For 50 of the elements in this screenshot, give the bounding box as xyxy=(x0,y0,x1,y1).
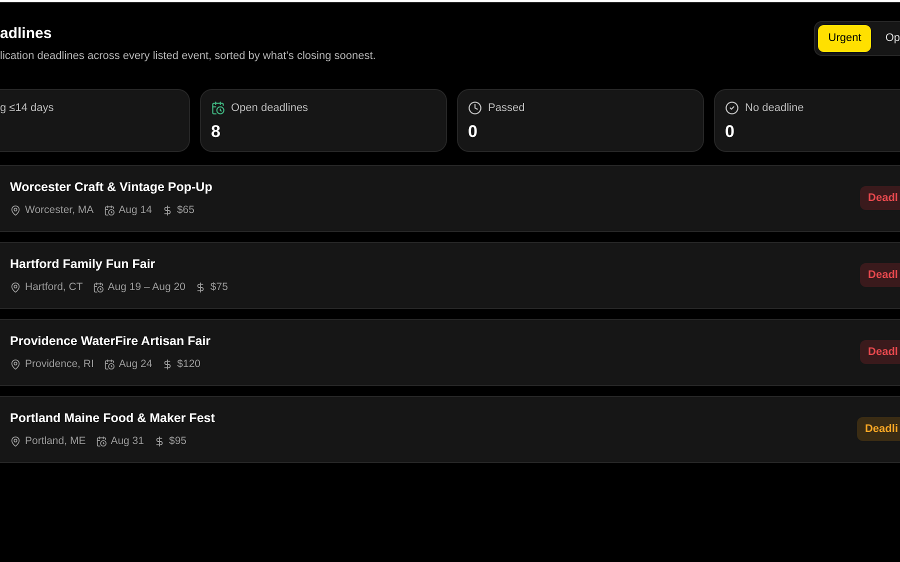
event-row[interactable]: Providence WaterFire Artisan Fair Providence, RI Aug 24 $120 Deadl xyxy=(0,318,900,386)
event-location: Worcester, MA xyxy=(25,202,94,218)
dollar-icon xyxy=(162,204,173,216)
event-fee: $75 xyxy=(210,280,228,294)
calendar-clock-icon xyxy=(104,204,115,216)
deadline-badge: Deadl xyxy=(860,340,900,364)
map-pin-icon xyxy=(10,436,21,447)
calendar-clock-icon xyxy=(96,436,107,447)
event-fee: $120 xyxy=(177,356,201,372)
stat-value: 0 xyxy=(468,121,478,143)
page-subtitle: lication deadlines across every listed event, sorted by what’s closing soonest. xyxy=(0,49,376,64)
calendar-clock-icon xyxy=(104,358,115,370)
event-row[interactable]: Hartford Family Fun Fair Hartford, CT Aug 19 – Aug 20 $75 Deadl xyxy=(0,242,900,308)
event-name: Portland Maine Food & Maker Fest xyxy=(10,410,215,427)
stat-value: 8 xyxy=(211,121,222,143)
event-name: Providence WaterFire Artisan Fair xyxy=(10,332,211,350)
filter-tab[interactable]: Op xyxy=(875,25,900,52)
event-row[interactable]: Portland Maine Food & Maker Fest Portland, ME Aug 31 $95 Deadli xyxy=(0,396,900,462)
event-date: Aug 19 – Aug 20 xyxy=(108,280,186,294)
event-name: Hartford Family Fun Fair xyxy=(10,256,156,273)
event-fee: $95 xyxy=(168,434,187,448)
map-pin-icon xyxy=(10,358,21,370)
map-pin-icon xyxy=(10,282,21,293)
stat-value: 0 xyxy=(725,121,736,143)
dollar-icon xyxy=(154,436,165,447)
stat-label: g ≤14 days xyxy=(0,100,54,116)
filter-tab[interactable]: Urgent xyxy=(818,25,872,52)
deadline-badge: Deadli xyxy=(856,416,900,442)
event-location: Hartford, CT xyxy=(25,280,83,294)
clock-icon xyxy=(468,100,482,115)
check-circle-icon xyxy=(725,100,739,115)
calendar-clock-icon xyxy=(211,100,225,115)
calendar-clock-icon xyxy=(92,282,104,293)
event-name: Worcester Craft & Vintage Pop-Up xyxy=(10,178,212,196)
deadline-badge: Deadl xyxy=(860,186,900,210)
stat-label: No deadline xyxy=(745,100,804,116)
event-location: Providence, RI xyxy=(25,356,94,372)
page-title: adlines xyxy=(0,24,53,44)
deadline-badge: Deadl xyxy=(860,262,900,288)
event-location: Portland, ME xyxy=(25,434,86,448)
event-row[interactable]: Worcester Craft & Vintage Pop-Up Worcester, MA Aug 14 $65 Deadl xyxy=(0,164,900,232)
event-fee: $65 xyxy=(176,202,194,218)
dollar-icon xyxy=(162,358,174,370)
stat-label: Open deadlines xyxy=(231,100,308,116)
event-date: Aug 24 xyxy=(118,356,152,372)
event-date: Aug 31 xyxy=(110,434,144,448)
stat-label: Passed xyxy=(488,100,525,116)
dollar-icon xyxy=(195,282,206,293)
map-pin-icon xyxy=(10,204,21,216)
event-date: Aug 14 xyxy=(118,202,152,218)
